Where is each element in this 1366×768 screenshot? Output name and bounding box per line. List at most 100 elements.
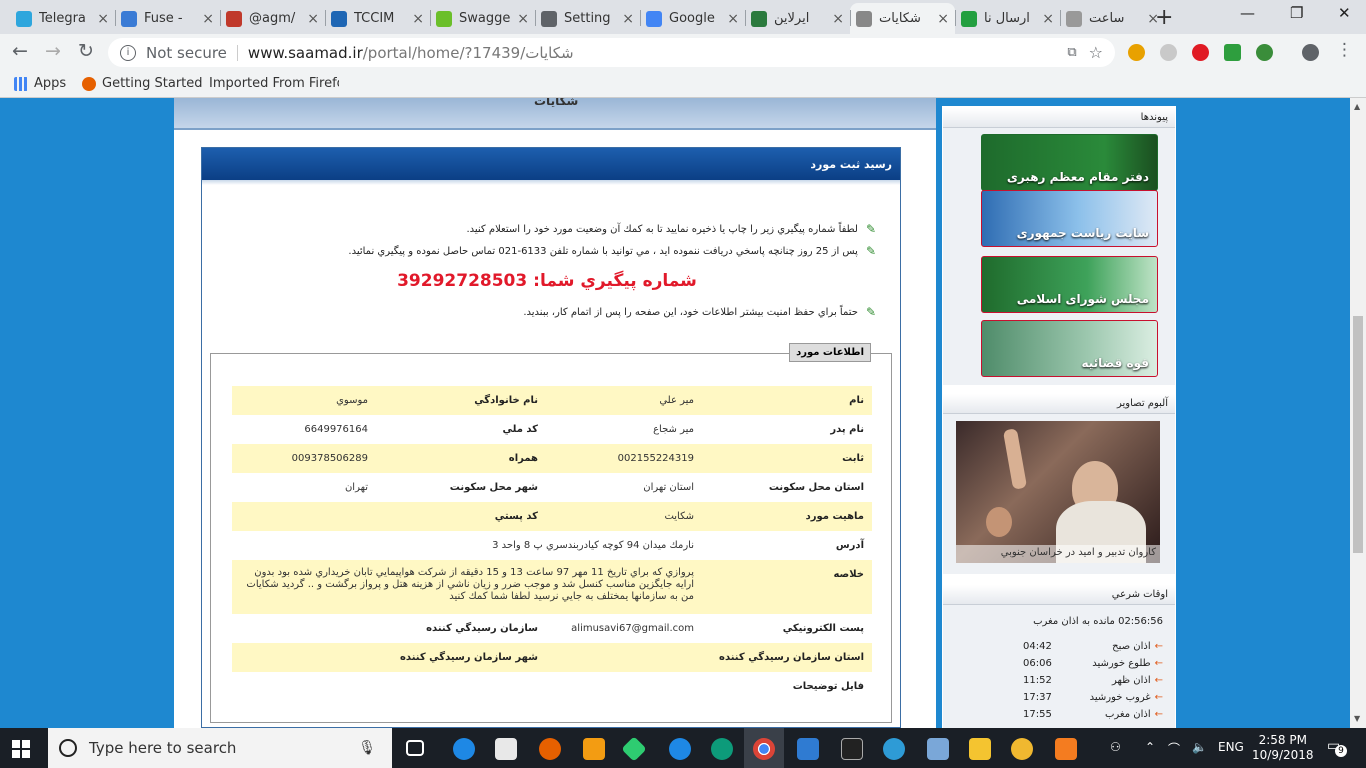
prayer-name: طلوع خورشيد	[1092, 658, 1151, 669]
new-tab-button[interactable]: +	[1155, 5, 1173, 30]
taskbar-clock[interactable]: 2:58 PM 10/9/2018	[1252, 733, 1314, 763]
bookmark-imported[interactable]: Imported From Firefo	[203, 76, 339, 91]
president-site-banner[interactable]: سایت ریاست جمهوری	[981, 190, 1158, 247]
leader-office-banner[interactable]: دفتر مقام معظم رهبری	[981, 134, 1158, 191]
tab-strip: Telegra × Fuse - × @agm/× TCCIM × Swagge × Setti…	[0, 0, 1366, 34]
field-value: alimusavi67@gmail.com	[571, 623, 694, 634]
edge-icon[interactable]	[453, 738, 475, 760]
extension-cors-icon[interactable]	[1224, 44, 1241, 61]
browser-tab[interactable]: @agm/ ×	[220, 3, 325, 34]
microphone-icon[interactable]: 🎙	[358, 740, 376, 756]
extension-w-icon[interactable]	[1160, 44, 1177, 61]
browser-tab[interactable]: ساعت ×	[1060, 3, 1165, 34]
field-label: ماهيت مورد	[805, 511, 864, 522]
forward-icon[interactable]: →	[45, 40, 61, 62]
app-blue-icon[interactable]	[883, 738, 905, 760]
close-tab-icon[interactable]: ×	[832, 11, 844, 27]
prayer-time: 04:42	[1023, 641, 1052, 652]
browser-tab[interactable]: شكايات ×	[850, 3, 955, 34]
task-view-icon[interactable]	[406, 740, 424, 756]
arrow-icon: ←	[1154, 709, 1163, 720]
language-indicator[interactable]: ENG	[1218, 740, 1244, 754]
close-tab-icon[interactable]: ×	[727, 11, 739, 27]
close-tab-icon[interactable]: ×	[202, 11, 214, 27]
browser-tab[interactable]: ارسال نا ×	[955, 3, 1060, 34]
chrome-icon[interactable]	[753, 738, 775, 760]
git-icon[interactable]	[621, 736, 647, 762]
restore-button[interactable]: ❐	[1290, 4, 1303, 22]
panel-title: رسید ثبت مورد	[202, 148, 900, 180]
back-icon[interactable]: ←	[12, 40, 28, 62]
firefox-taskbar-icon[interactable]	[539, 738, 561, 760]
store-icon[interactable]	[495, 738, 517, 760]
browser-tab[interactable]: Setting ×	[535, 3, 640, 34]
scrollbar-thumb[interactable]	[1353, 316, 1363, 553]
people-icon[interactable]: ⚇	[1110, 740, 1121, 754]
browser-tab[interactable]: Fuse - ×	[115, 3, 220, 34]
profile-icon[interactable]	[1302, 44, 1319, 61]
pdf-icon[interactable]	[1055, 738, 1077, 760]
app-teal-icon[interactable]	[711, 738, 733, 760]
browser-tab[interactable]: ايرلاين ×	[745, 3, 850, 34]
firefox-icon	[82, 76, 96, 91]
tab-title: Setting	[564, 11, 611, 26]
parliament-banner[interactable]: مجلس شورای اسلامی	[981, 256, 1158, 313]
address-bar[interactable]: i Not secure www.saamad.ir/portal/home/?…	[108, 38, 1115, 67]
app-yellow-icon[interactable]	[1011, 738, 1033, 760]
arrow-icon: ←	[1154, 675, 1163, 686]
bookmark-getting-started[interactable]: Getting Started	[82, 76, 203, 91]
webstorm-icon[interactable]	[841, 738, 863, 760]
url-text[interactable]: www.saamad.ir/portal/home/?17439/شكايات	[248, 44, 574, 62]
info-row: آدرس نارمك ميدان 94 كوچه كيادربندسري پ 8 …	[232, 531, 872, 560]
close-tab-icon[interactable]: ×	[1042, 11, 1054, 27]
close-tab-icon[interactable]: ×	[412, 11, 424, 27]
info-icon[interactable]: i	[120, 44, 136, 61]
scroll-down-icon[interactable]: ▼	[1354, 714, 1360, 723]
windows-start-icon[interactable]	[12, 740, 30, 758]
browser-tab[interactable]: Telegra ×	[10, 3, 115, 34]
close-window-button[interactable]: ✕	[1338, 4, 1351, 22]
bookmark-star-icon[interactable]: ☆	[1089, 43, 1103, 62]
notifications-icon[interactable]: ▭ 9	[1327, 738, 1347, 758]
translate-icon[interactable]: ⧉	[1067, 45, 1076, 60]
close-tab-icon[interactable]: ×	[97, 11, 109, 27]
google-icon	[646, 10, 662, 27]
extension-opera-icon[interactable]	[1192, 44, 1209, 61]
app-circle-icon[interactable]	[669, 738, 691, 760]
field-value: 009378506289	[291, 453, 368, 464]
remote-desktop-icon[interactable]	[927, 738, 949, 760]
arrow-icon: ←	[1154, 658, 1163, 669]
browser-tab[interactable]: Swagge ×	[430, 3, 535, 34]
tray-chevron-icon[interactable]: ⌃	[1145, 740, 1155, 754]
prayer-name: اذان مغرب	[1104, 709, 1151, 720]
volume-icon[interactable]: 🔈	[1192, 740, 1207, 754]
close-tab-icon[interactable]: ×	[937, 11, 949, 27]
apps-icon	[14, 76, 28, 91]
close-tab-icon[interactable]: ×	[622, 11, 634, 27]
bookmark-label: Apps	[34, 76, 67, 91]
vscode-icon[interactable]	[797, 738, 819, 760]
reload-icon[interactable]: ↻	[78, 40, 94, 62]
prayer-time-row: ← اذان ظهر 11:52	[1023, 675, 1163, 686]
taskbar-search[interactable]: Type here to search 🎙	[48, 728, 392, 768]
close-tab-icon[interactable]: ×	[517, 11, 529, 27]
browser-tab[interactable]: TCCIM ×	[325, 3, 430, 34]
extension-moon-icon[interactable]	[1128, 44, 1145, 61]
file-explorer-icon[interactable]	[969, 738, 991, 760]
page-scrollbar[interactable]: ▲ ▼	[1350, 98, 1366, 728]
pencil-icon: ✎	[865, 244, 876, 258]
network-icon[interactable]: ⌒	[1168, 740, 1180, 757]
sublime-icon[interactable]	[583, 738, 605, 760]
menu-icon[interactable]: ⋮	[1336, 40, 1353, 60]
browser-tab[interactable]: Google ×	[640, 3, 745, 34]
album-photo[interactable]: كاروان تدبير و اميد در خراسان جنوبي	[956, 421, 1160, 563]
close-tab-icon[interactable]: ×	[307, 11, 319, 27]
prayer-time-row: ← طلوع خورشيد 06:06	[1023, 658, 1163, 669]
info-row: استان سازمان رسيدگي كننده شهر سازمان رسيد…	[232, 643, 872, 672]
minimize-button[interactable]: —	[1240, 4, 1255, 22]
extension-globe-icon[interactable]	[1256, 44, 1273, 61]
scroll-up-icon[interactable]: ▲	[1354, 102, 1360, 111]
judiciary-banner[interactable]: قوه قضائیه	[981, 320, 1158, 377]
web-page: شكايات رسید ثبت مورد ✎ لطفاً شماره پيگيري…	[0, 98, 1350, 728]
bookmark-apps[interactable]: Apps	[14, 76, 66, 91]
